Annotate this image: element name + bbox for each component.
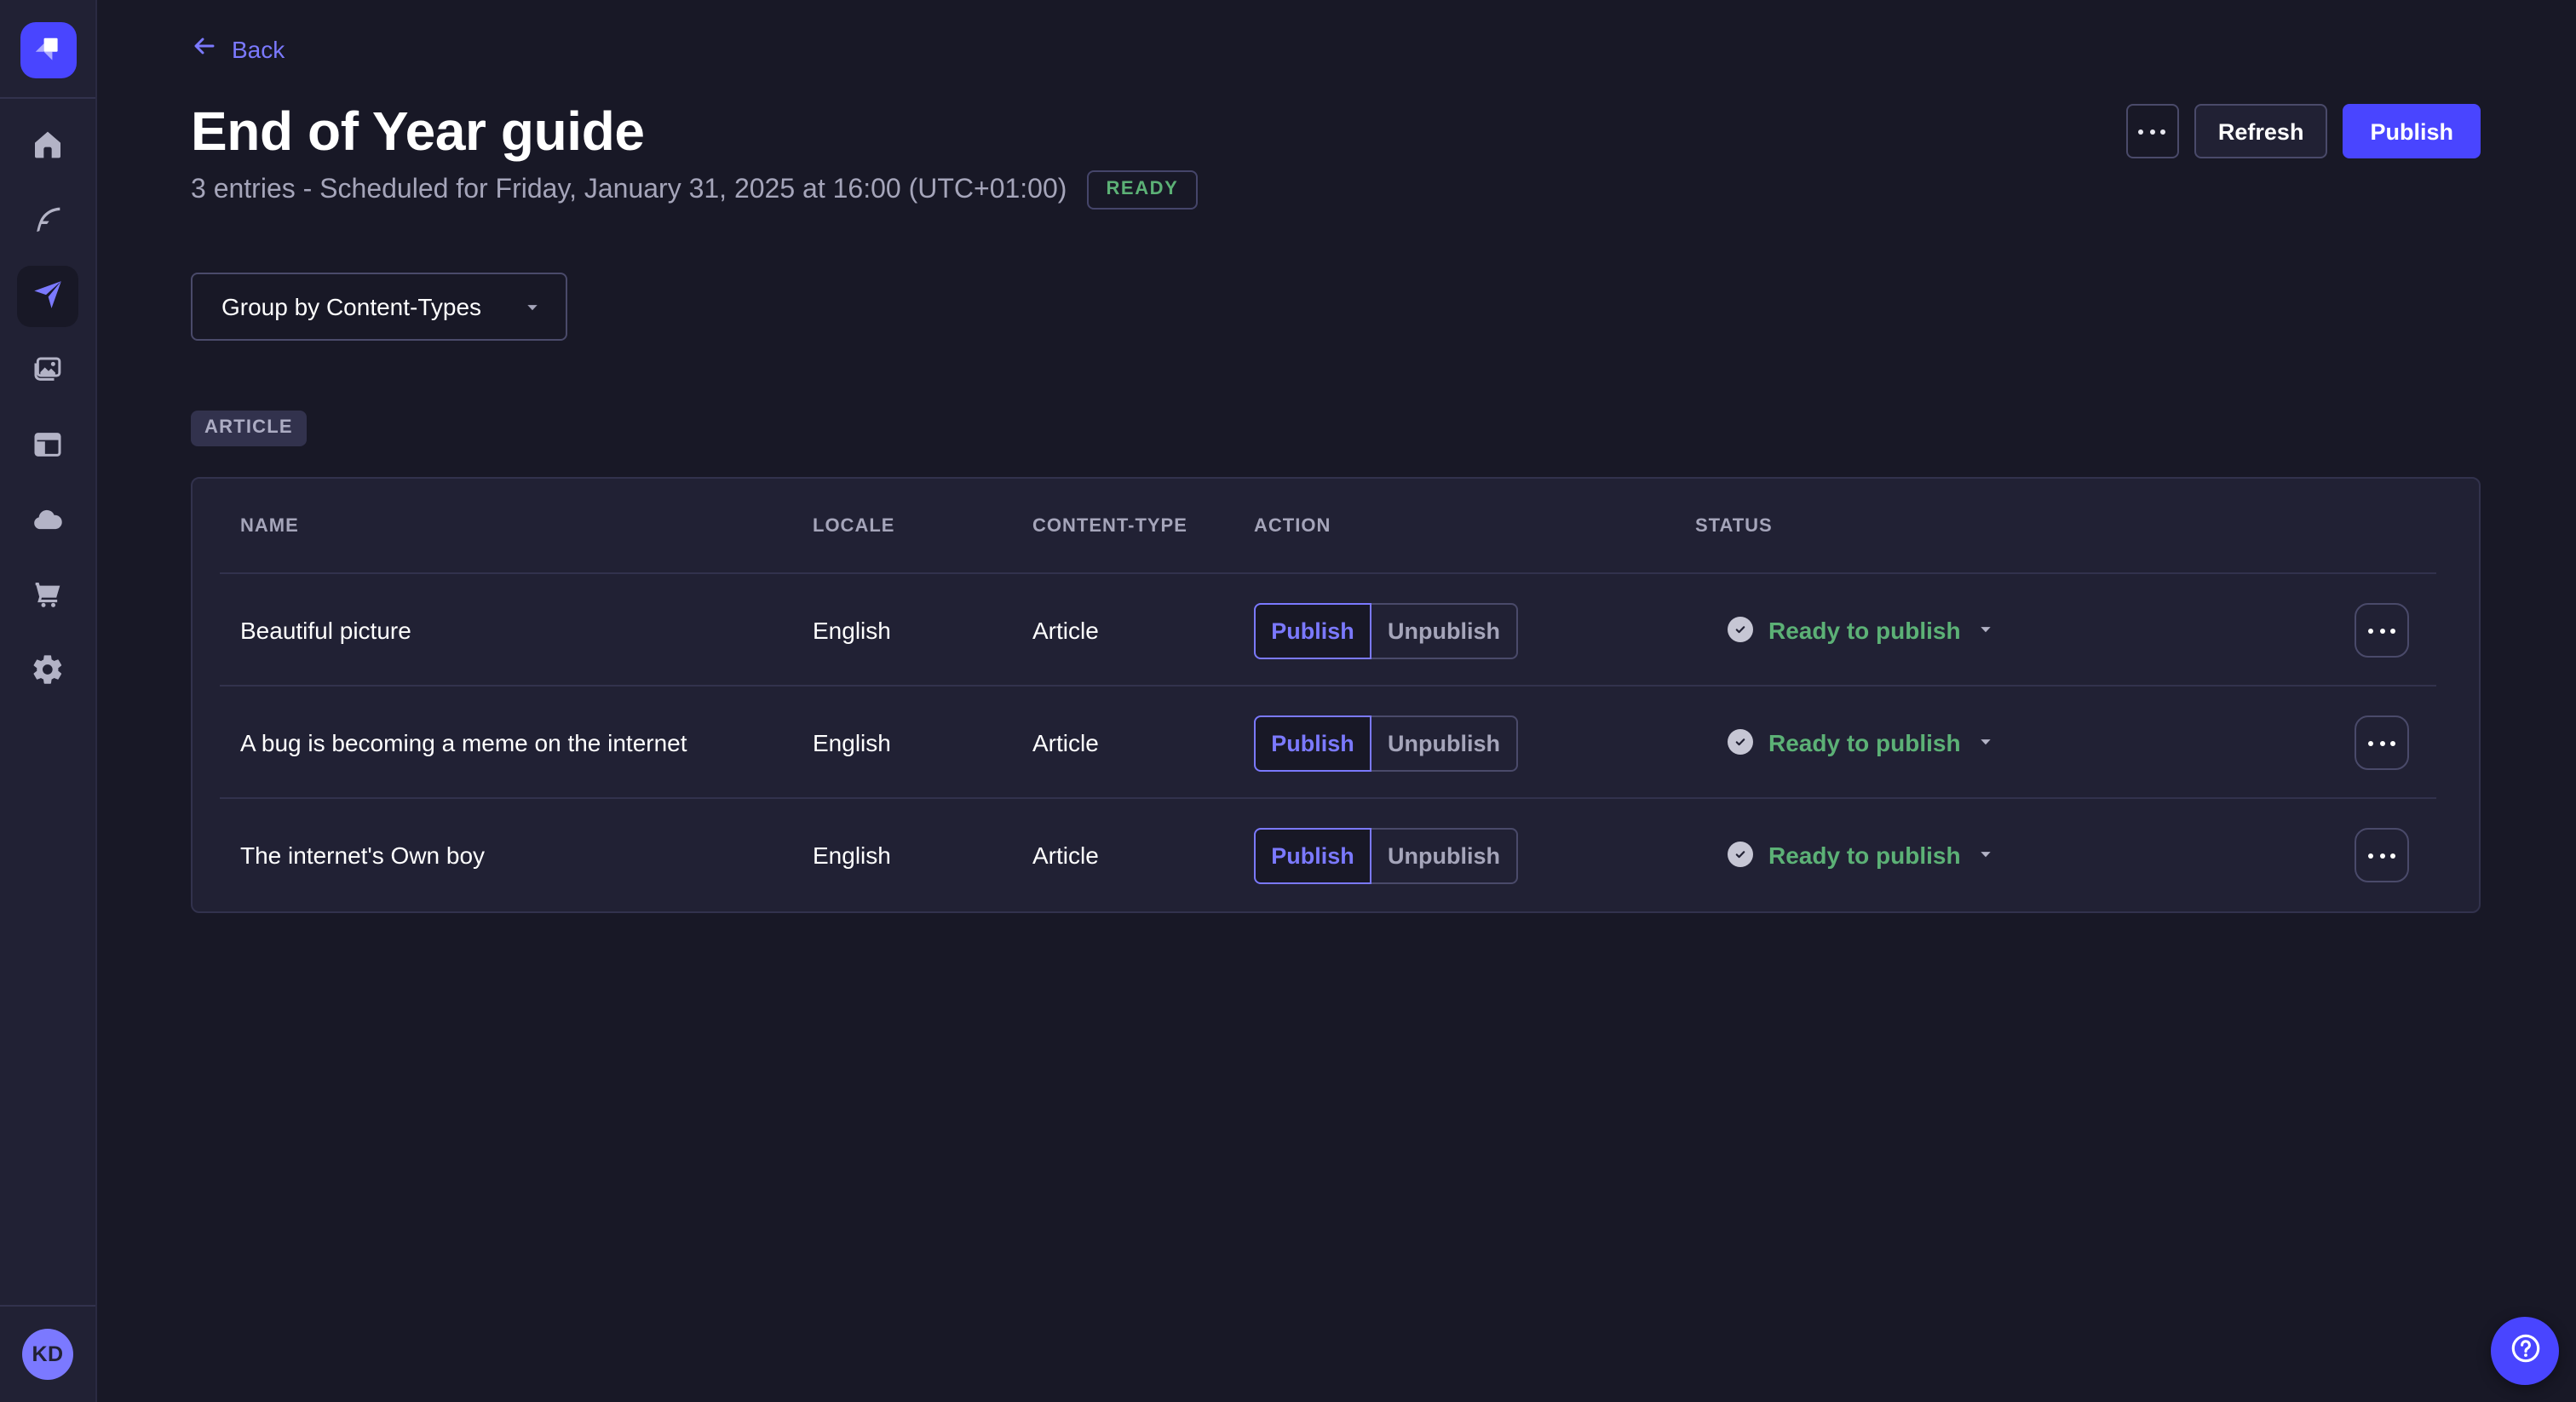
entry-status-cell: Ready to publish	[1695, 842, 2355, 870]
entry-status-label: Ready to publish	[1768, 729, 1961, 756]
column-header-name: NAME	[240, 516, 813, 537]
sidebar-item-home[interactable]	[17, 116, 78, 177]
entry-name: A bug is becoming a meme on the internet	[240, 729, 813, 756]
back-link[interactable]: Back	[191, 34, 285, 63]
more-horizontal-icon	[2139, 129, 2166, 134]
column-header-action: ACTION	[1254, 516, 1695, 537]
column-header-content-type: CONTENT-TYPE	[1032, 516, 1254, 537]
question-mark-icon	[2507, 1330, 2543, 1371]
sidebar-item-content[interactable]	[17, 191, 78, 252]
main-content: Back End of Year guide Refresh Publish 3…	[95, 0, 2576, 1402]
unpublish-toggle-button[interactable]: Unpublish	[1371, 715, 1518, 771]
gear-icon	[31, 652, 65, 691]
page-title: End of Year guide	[191, 104, 645, 158]
entries-table: NAME LOCALE CONTENT-TYPE ACTION STATUS B…	[191, 477, 2481, 913]
help-button[interactable]	[2491, 1317, 2559, 1385]
chevron-down-icon	[1976, 621, 1995, 640]
group-by-dropdown[interactable]: Group by Content-Types	[191, 273, 567, 341]
sidebar-nav	[17, 116, 78, 702]
workspace-logo-button[interactable]	[20, 22, 76, 78]
images-icon	[31, 352, 65, 391]
entry-content-type: Article	[1032, 617, 1254, 644]
cloud-icon	[31, 502, 65, 541]
entry-action-toggle: Publish Unpublish	[1254, 715, 1695, 771]
entry-more-button[interactable]	[2355, 715, 2409, 770]
table-header-row: NAME LOCALE CONTENT-TYPE ACTION STATUS	[193, 479, 2479, 574]
group-by-label: Group by Content-Types	[221, 293, 481, 320]
table-row: A bug is becoming a meme on the internet…	[193, 687, 2479, 799]
more-horizontal-icon	[2368, 628, 2395, 633]
column-header-locale: LOCALE	[813, 516, 1032, 537]
chevron-down-icon	[523, 297, 542, 316]
entry-status-cell: Ready to publish	[1695, 617, 2355, 645]
unpublish-toggle-button[interactable]: Unpublish	[1371, 602, 1518, 658]
sidebar: KD	[0, 0, 97, 1402]
paper-plane-icon	[31, 277, 65, 316]
entry-status-label: Ready to publish	[1768, 842, 1961, 869]
chevron-down-icon	[1976, 846, 1995, 865]
arrow-left-icon	[191, 32, 218, 65]
release-subtitle: 3 entries - Scheduled for Friday, Januar…	[191, 175, 1067, 205]
publish-release-button[interactable]: Publish	[2343, 104, 2481, 158]
sidebar-divider	[0, 97, 95, 99]
header-actions: Refresh Publish	[2126, 104, 2481, 158]
subtitle-row: 3 entries - Scheduled for Friday, Januar…	[191, 170, 2481, 210]
entry-status-label: Ready to publish	[1768, 617, 1961, 644]
title-row: End of Year guide Refresh Publish	[191, 104, 2481, 158]
sidebar-item-settings[interactable]	[17, 641, 78, 702]
entry-name: The internet's Own boy	[240, 842, 813, 869]
more-horizontal-icon	[2368, 740, 2395, 745]
back-label: Back	[232, 35, 285, 62]
home-icon	[31, 127, 65, 166]
entry-locale: English	[813, 617, 1032, 644]
sidebar-footer: KD	[0, 1305, 95, 1402]
chevron-down-icon	[1976, 733, 1995, 752]
sidebar-item-builder[interactable]	[17, 416, 78, 477]
table-row: The internet's Own boy English Article P…	[193, 799, 2479, 911]
refresh-button[interactable]: Refresh	[2194, 104, 2328, 158]
entry-status-cell: Ready to publish	[1695, 729, 2355, 757]
unpublish-toggle-button[interactable]: Unpublish	[1371, 827, 1518, 883]
entry-more-button[interactable]	[2355, 828, 2409, 882]
table-row: Beautiful picture English Article Publis…	[193, 574, 2479, 687]
entry-action-toggle: Publish Unpublish	[1254, 827, 1695, 883]
sidebar-item-cloud[interactable]	[17, 491, 78, 552]
check-circle-icon	[1728, 842, 1753, 868]
sidebar-item-releases[interactable]	[17, 266, 78, 327]
entry-content-type: Article	[1032, 842, 1254, 869]
publish-toggle-button[interactable]: Publish	[1254, 602, 1371, 658]
sidebar-item-marketplace[interactable]	[17, 566, 78, 627]
entry-locale: English	[813, 842, 1032, 869]
release-details-page: KD Back End of Year guide Refresh Publis…	[0, 0, 2576, 1402]
layout-icon	[31, 427, 65, 466]
entry-content-type: Article	[1032, 729, 1254, 756]
check-circle-icon	[1728, 730, 1753, 756]
entry-locale: English	[813, 729, 1032, 756]
column-header-status: STATUS	[1695, 516, 2355, 537]
entry-more-button[interactable]	[2355, 603, 2409, 658]
entry-action-toggle: Publish Unpublish	[1254, 602, 1695, 658]
check-circle-icon	[1728, 618, 1753, 643]
feather-icon	[31, 202, 65, 241]
entry-name: Beautiful picture	[240, 617, 813, 644]
sidebar-item-media[interactable]	[17, 341, 78, 402]
ready-status-badge: READY	[1087, 170, 1197, 210]
toolbar: Group by Content-Types	[191, 273, 2481, 341]
content-type-group-badge: ARTICLE	[191, 411, 307, 446]
entry-status-trigger[interactable]: Ready to publish	[1728, 617, 1995, 644]
publish-toggle-button[interactable]: Publish	[1254, 827, 1371, 883]
avatar[interactable]: KD	[22, 1329, 73, 1380]
more-horizontal-icon	[2368, 853, 2395, 858]
publish-toggle-button[interactable]: Publish	[1254, 715, 1371, 771]
entry-status-trigger[interactable]: Ready to publish	[1728, 729, 1995, 756]
strapi-logo-icon	[27, 27, 68, 73]
entry-status-trigger[interactable]: Ready to publish	[1728, 842, 1995, 869]
cart-icon	[31, 577, 65, 616]
release-more-button[interactable]	[2126, 104, 2179, 158]
